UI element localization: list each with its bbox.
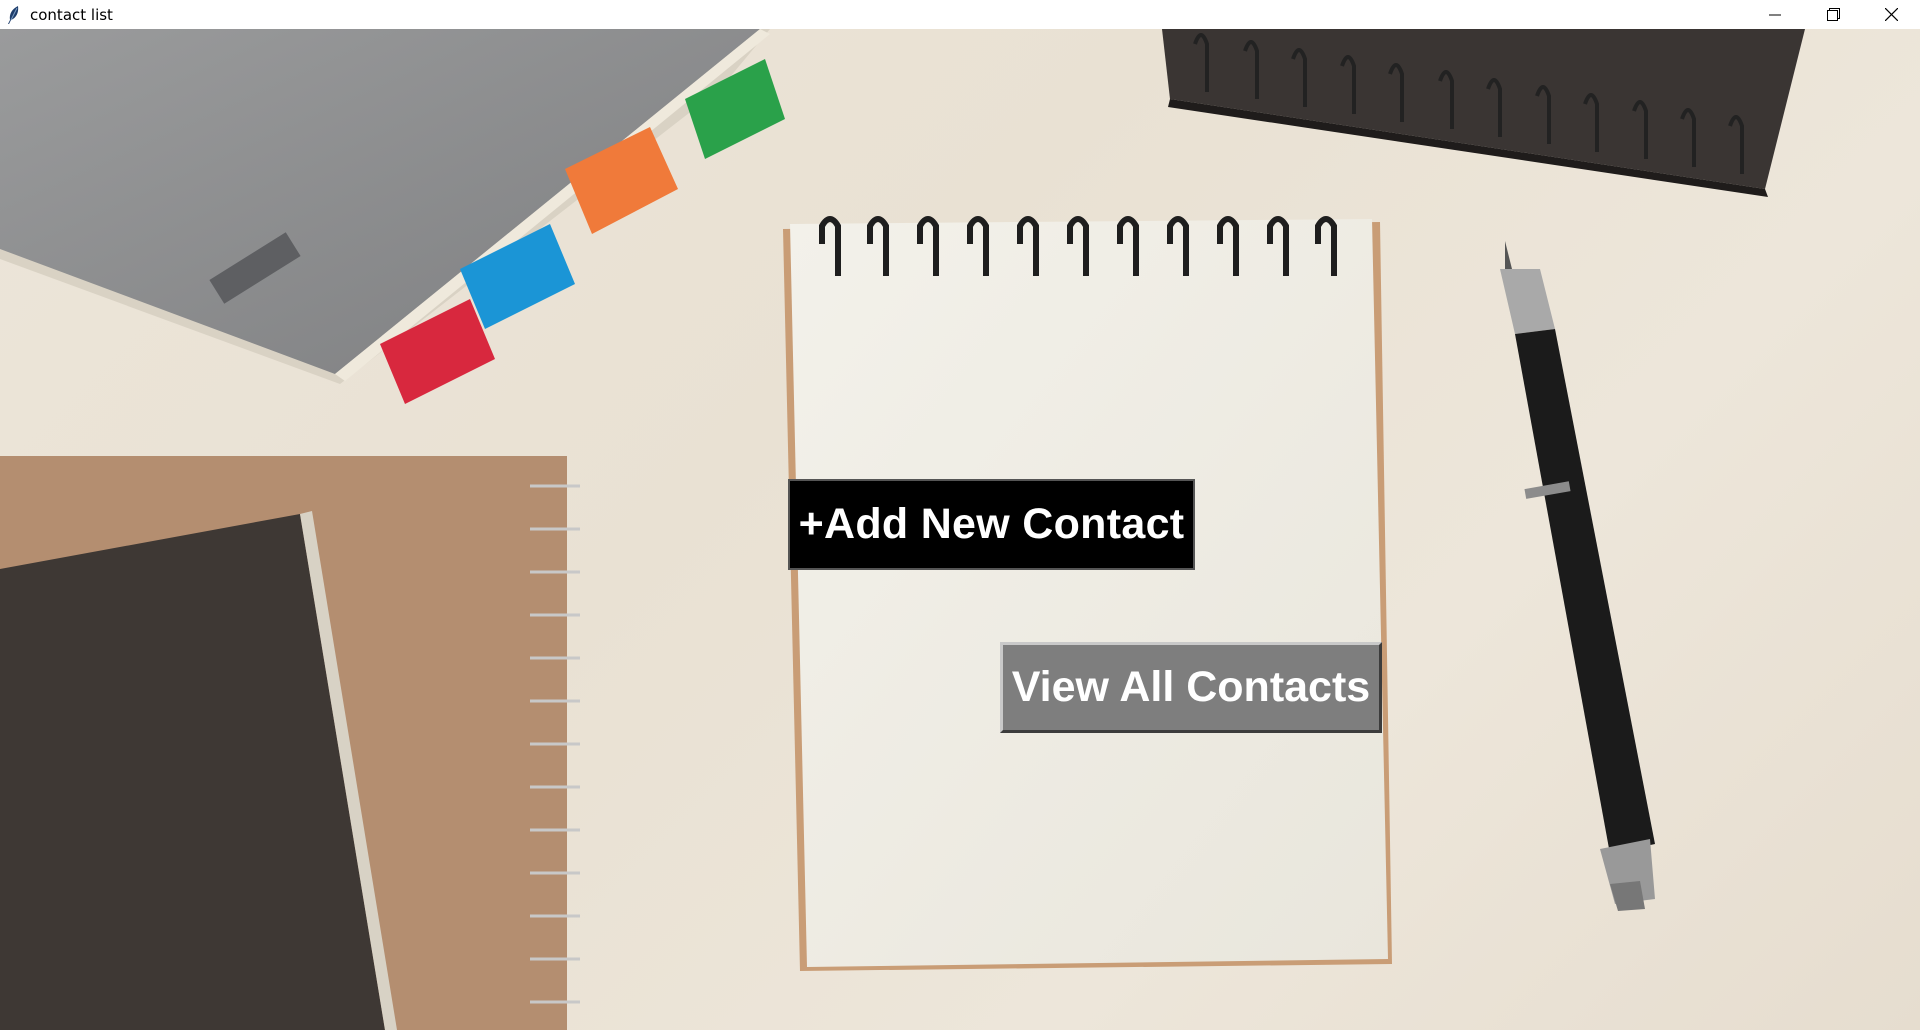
window-title: contact list [30,5,113,24]
minimize-icon [1769,14,1781,15]
grey-notebook [0,29,785,404]
add-new-contact-button[interactable]: +Add New Contact [788,479,1195,570]
kraft-notebook [0,456,580,1030]
close-icon [1884,8,1898,21]
center-notepad [783,216,1392,971]
pen [1500,241,1655,911]
feather-icon [8,5,19,24]
view-all-contacts-button[interactable]: View All Contacts [1000,642,1382,733]
dark-notebook-top [1162,29,1805,197]
restore-icon [1826,8,1840,21]
close-button[interactable] [1862,0,1920,29]
restore-button[interactable] [1804,0,1862,29]
window-titlebar[interactable]: contact list [0,0,1920,29]
minimize-button[interactable] [1746,0,1804,29]
